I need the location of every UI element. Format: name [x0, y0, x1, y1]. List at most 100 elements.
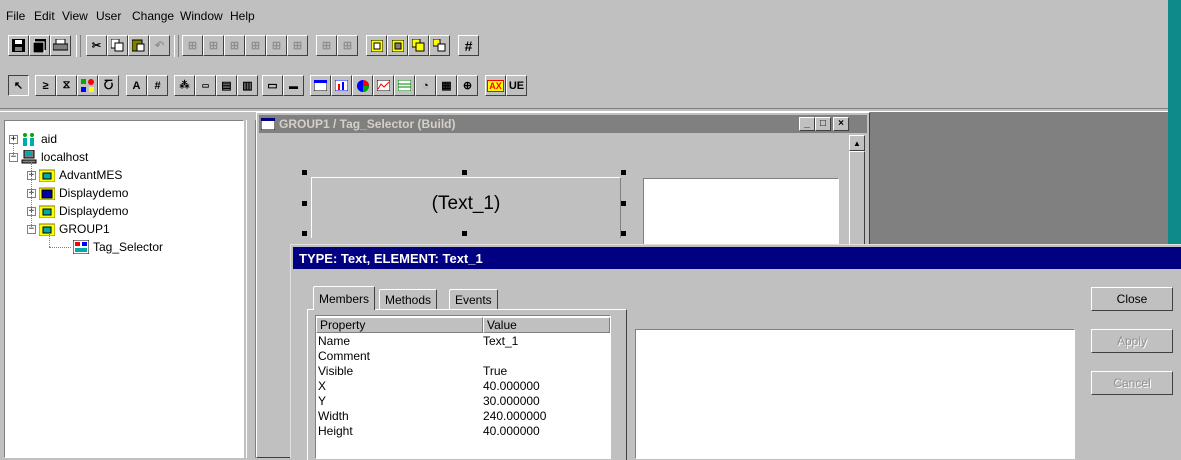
text-tool-button[interactable]: A — [126, 75, 147, 96]
align-middle-button[interactable]: ⊞ — [266, 35, 287, 56]
hash-icon: # — [154, 79, 161, 92]
bring-front-button[interactable] — [366, 35, 387, 56]
undo-button[interactable]: ↶ — [149, 35, 170, 56]
property-list[interactable]: Property Value Name Text_1 Comment Visibl… — [315, 315, 611, 459]
gauge-tool-button[interactable]: ◔ — [415, 75, 436, 96]
menu-view[interactable]: View — [62, 9, 88, 23]
property-name: Y — [318, 394, 327, 408]
menu-help[interactable]: Help — [230, 9, 255, 23]
maximize-button[interactable]: □ — [815, 117, 831, 131]
save-button[interactable] — [8, 35, 29, 56]
project-tree[interactable]: + aid − localhost + AdvantMES + Displayd… — [4, 120, 244, 458]
tree-item-advantmes[interactable]: + AdvantMES — [27, 167, 122, 183]
tree-item-displaydemo[interactable]: + Displaydemo — [27, 203, 128, 219]
scroll-up-button[interactable]: ▲ — [849, 135, 865, 151]
copy-button[interactable] — [107, 35, 128, 56]
trend-tool-button[interactable] — [373, 75, 394, 96]
polyline-tool-button[interactable]: ⧖ — [56, 75, 77, 96]
open-folder-icon — [39, 223, 55, 236]
tab-methods[interactable]: Methods — [379, 289, 438, 309]
connector-tool-button[interactable]: Ⴀ — [98, 75, 119, 96]
grid-button[interactable]: # — [458, 35, 479, 56]
group-button[interactable] — [408, 35, 429, 56]
align-grid-icon: ⊞ — [250, 40, 261, 52]
tree-item-displaydemo[interactable]: + Displaydemo — [27, 185, 128, 201]
pie-tool-button[interactable] — [352, 75, 373, 96]
text-element[interactable]: (Text_1) — [311, 177, 621, 231]
clock-tool-button[interactable]: ⊕ — [457, 75, 478, 96]
property-value: Text_1 — [483, 334, 519, 348]
property-value: 40.000000 — [483, 379, 540, 393]
user-element-tool-button[interactable]: UE — [506, 75, 527, 96]
select-tool-button[interactable]: ↖ — [8, 75, 29, 96]
grid-table-tool-button[interactable]: ▦ — [436, 75, 457, 96]
resize-handle[interactable] — [462, 170, 467, 175]
resize-handle[interactable] — [621, 231, 626, 236]
paste-button[interactable] — [128, 35, 149, 56]
resize-handle[interactable] — [462, 231, 467, 236]
tree-item-aid[interactable]: + aid — [9, 131, 57, 147]
same-size-button[interactable]: ⊞ — [316, 35, 337, 56]
align-right-button[interactable]: ⊞ — [224, 35, 245, 56]
align-left-button[interactable]: ⊞ — [182, 35, 203, 56]
activex-tool-button[interactable]: AX — [485, 75, 506, 96]
space-evenly-button[interactable]: ⊞ — [337, 35, 358, 56]
tree-item-group1[interactable]: − GROUP1 — [27, 221, 110, 237]
window-menu-icon[interactable] — [261, 118, 275, 130]
dialog-titlebar[interactable]: TYPE: Text, ELEMENT: Text_1 — [293, 247, 1181, 269]
column-label: Property — [320, 318, 366, 332]
list-tool-button[interactable]: ▥ — [237, 75, 258, 96]
number-tool-button[interactable]: # — [147, 75, 168, 96]
tree-item-tag-selector[interactable]: Tag_Selector — [73, 239, 163, 255]
menu-file[interactable]: File — [6, 9, 25, 23]
apply-button[interactable]: Apply — [1091, 329, 1173, 353]
close-window-button[interactable]: × — [833, 117, 849, 131]
table-tool-button[interactable] — [394, 75, 415, 96]
column-header-property[interactable]: Property — [316, 317, 483, 333]
send-back-button[interactable] — [387, 35, 408, 56]
resize-handle[interactable] — [621, 201, 626, 206]
close-button[interactable]: Close — [1091, 287, 1173, 311]
printer-icon — [53, 39, 68, 51]
resize-handle[interactable] — [621, 170, 626, 175]
line-tool-button[interactable]: ≥ — [35, 75, 56, 96]
column-header-value[interactable]: Value — [483, 317, 610, 333]
resize-handle[interactable] — [302, 170, 307, 175]
ungroup-button[interactable] — [429, 35, 450, 56]
minimize-icon: _ — [804, 118, 810, 129]
tab-events[interactable]: Events — [449, 289, 498, 309]
panel-splitter[interactable] — [246, 120, 256, 458]
align-center-button[interactable]: ⊞ — [203, 35, 224, 56]
group-icon — [412, 39, 425, 52]
button-tool-button[interactable]: ▭ — [262, 75, 283, 96]
menu-window[interactable]: Window — [180, 9, 223, 23]
field-tool-button[interactable]: ▭ — [195, 75, 216, 96]
form-tool-button[interactable]: ▤ — [216, 75, 237, 96]
cancel-button[interactable]: Cancel — [1091, 371, 1173, 395]
slider-tool-button[interactable]: ▬ — [283, 75, 304, 96]
align-grid-icon: ⊞ — [229, 40, 240, 52]
bitmap-tool-button[interactable]: ⁂ — [174, 75, 195, 96]
tree-item-localhost[interactable]: − localhost — [9, 149, 88, 165]
menu-change[interactable]: Change — [132, 9, 174, 23]
resize-handle[interactable] — [302, 231, 307, 236]
cut-button[interactable]: ✂ — [86, 35, 107, 56]
save-all-button[interactable] — [29, 35, 50, 56]
align-top-button[interactable]: ⊞ — [245, 35, 266, 56]
window-tool-button[interactable] — [310, 75, 331, 96]
minimize-button[interactable]: _ — [799, 117, 815, 131]
window-icon — [314, 80, 327, 91]
tab-members[interactable]: Members — [313, 286, 376, 310]
bring-front-icon — [370, 39, 383, 52]
menu-edit[interactable]: Edit — [34, 9, 55, 23]
arrow-pointer-icon: ↖ — [13, 80, 24, 92]
print-button[interactable] — [50, 35, 71, 56]
build-window-titlebar[interactable]: GROUP1 / Tag_Selector (Build) _ □ × — [259, 115, 867, 133]
bar-graph-tool-button[interactable] — [331, 75, 352, 96]
resize-handle[interactable] — [302, 201, 307, 206]
shapes-tool-button[interactable] — [77, 75, 98, 96]
value-editor-field[interactable] — [635, 329, 1075, 459]
align-bottom-button[interactable]: ⊞ — [287, 35, 308, 56]
menu-user[interactable]: User — [96, 9, 121, 23]
button-shape-icon: ▭ — [267, 80, 278, 92]
